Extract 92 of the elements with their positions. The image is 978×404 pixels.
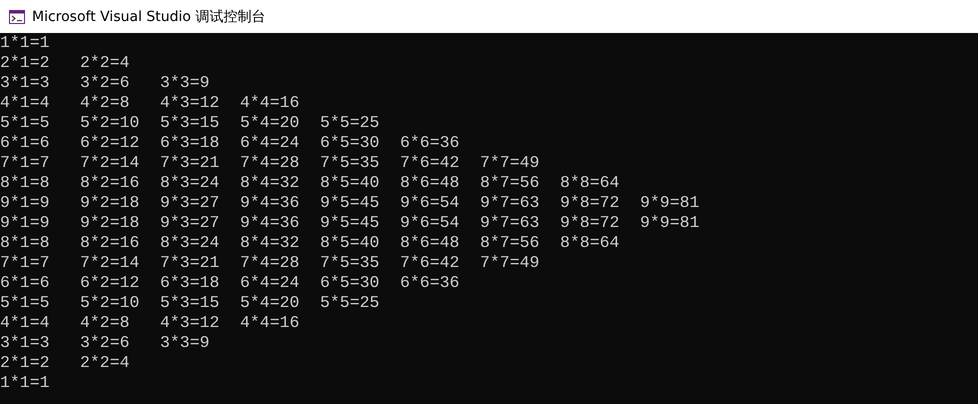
console-output-text: 9*1=9 [0,193,50,212]
console-output-text: 3*3=9 [160,333,210,352]
console-output-text: 8*1=8 [0,233,50,252]
console-output-text: 9*8=72 [560,193,620,212]
console-output-text: 6*5=30 [320,273,380,292]
console-output-text: 8*5=40 [320,233,380,252]
console-output-text: 4*1=4 [0,93,50,112]
console-output-text: 1*1=1 [0,373,50,392]
console-output-text: 8*4=32 [240,233,300,252]
console-output-text: 6*5=30 [320,133,380,152]
console-output-text: 9*7=63 [480,213,540,232]
window-title: Microsoft Visual Studio 调试控制台 [32,8,266,26]
console-output-text: 3*1=3 [0,333,50,352]
console-output-text: 7*1=7 [0,153,50,172]
console-output-text: 9*3=27 [160,213,220,232]
console-output-text: 9*4=36 [240,193,300,212]
console-output-text: 4*4=16 [240,313,300,332]
console-output-text: 2*2=4 [80,353,130,372]
console-output-text: 5*4=20 [240,293,300,312]
console-output-text: 7*7=49 [480,153,540,172]
console-output-text: 4*1=4 [0,313,50,332]
console-output-text: 8*8=64 [560,173,620,192]
console-output-text: 5*5=25 [320,113,380,132]
console-output-text: 8*3=24 [160,233,220,252]
console-output-text: 7*7=49 [480,253,540,272]
console-output-text: 5*5=25 [320,293,380,312]
console-output-text: 9*5=45 [320,193,380,212]
console-output-text: 3*3=9 [160,73,210,92]
console-output-text: 2*1=2 [0,353,50,372]
console-output-text: 2*2=4 [80,53,130,72]
console-output-text: 6*3=18 [160,133,220,152]
console-output-text: 5*1=5 [0,293,50,312]
console-output-text: 7*2=14 [80,153,140,172]
console-output-text: 6*1=6 [0,133,50,152]
console-output-text: 8*5=40 [320,173,380,192]
console-output-text: 6*2=12 [80,133,140,152]
console-output-text: 7*1=7 [0,253,50,272]
console-output-text: 8*2=16 [80,233,140,252]
console-output-text: 9*9=81 [640,213,700,232]
console-output-text: 7*3=21 [160,253,220,272]
console-output-text: 9*8=72 [560,213,620,232]
console-output-text: 7*6=42 [400,253,460,272]
console-output-text: 8*8=64 [560,233,620,252]
console-output-text: 6*2=12 [80,273,140,292]
console-output-text: 7*5=35 [320,153,380,172]
console-output-text: 3*2=6 [80,73,130,92]
console-output-text: 7*4=28 [240,153,300,172]
console-output-text: 8*7=56 [480,173,540,192]
console-output-text: 1*1=1 [0,33,50,52]
console-output-text: 7*3=21 [160,153,220,172]
console-output-text: 9*3=27 [160,193,220,212]
console-output-text: 9*2=18 [80,213,140,232]
console-output-text: 6*6=36 [400,273,460,292]
console-output-text: 7*5=35 [320,253,380,272]
console-output-text: 2*1=2 [0,53,50,72]
console-output-text: 6*4=24 [240,273,300,292]
console-output-text: 5*1=5 [0,113,50,132]
console-output-text: 7*4=28 [240,253,300,272]
console-output-text: 7*6=42 [400,153,460,172]
console-output-text: 8*1=8 [0,173,50,192]
console-output-text: 4*2=8 [80,313,130,332]
console-output-text: 5*2=10 [80,293,140,312]
console-output-text: 9*6=54 [400,213,460,232]
console-output-text: 8*3=24 [160,173,220,192]
console-output-text: 6*1=6 [0,273,50,292]
console-output-text: 9*5=45 [320,213,380,232]
console-app-icon [9,10,25,24]
console-output-text: 8*4=32 [240,173,300,192]
console-output-text: 4*2=8 [80,93,130,112]
console-output-text: 5*3=15 [160,113,220,132]
console-output-text: 9*4=36 [240,213,300,232]
console-output-text: 7*2=14 [80,253,140,272]
console-output-text: 5*4=20 [240,113,300,132]
console-output-text: 8*6=48 [400,173,460,192]
console-output-text: 5*2=10 [80,113,140,132]
console-output-text: 3*1=3 [0,73,50,92]
console-output-text: 4*4=16 [240,93,300,112]
console-output-text: 9*1=9 [0,213,50,232]
console-output-text: 9*2=18 [80,193,140,212]
console-output-text: 3*2=6 [80,333,130,352]
console-output-text: 4*3=12 [160,93,220,112]
console-output-text: 9*6=54 [400,193,460,212]
console-output-text: 8*6=48 [400,233,460,252]
console-output-text: 6*6=36 [400,133,460,152]
console-output-text: 8*7=56 [480,233,540,252]
console-output-text: 6*4=24 [240,133,300,152]
console-output-text: 6*3=18 [160,273,220,292]
console-output-text: 8*2=16 [80,173,140,192]
console-output-text: 9*7=63 [480,193,540,212]
console-output-text: 5*3=15 [160,293,220,312]
console-output-text: 4*3=12 [160,313,220,332]
console-output-text: 9*9=81 [640,193,700,212]
